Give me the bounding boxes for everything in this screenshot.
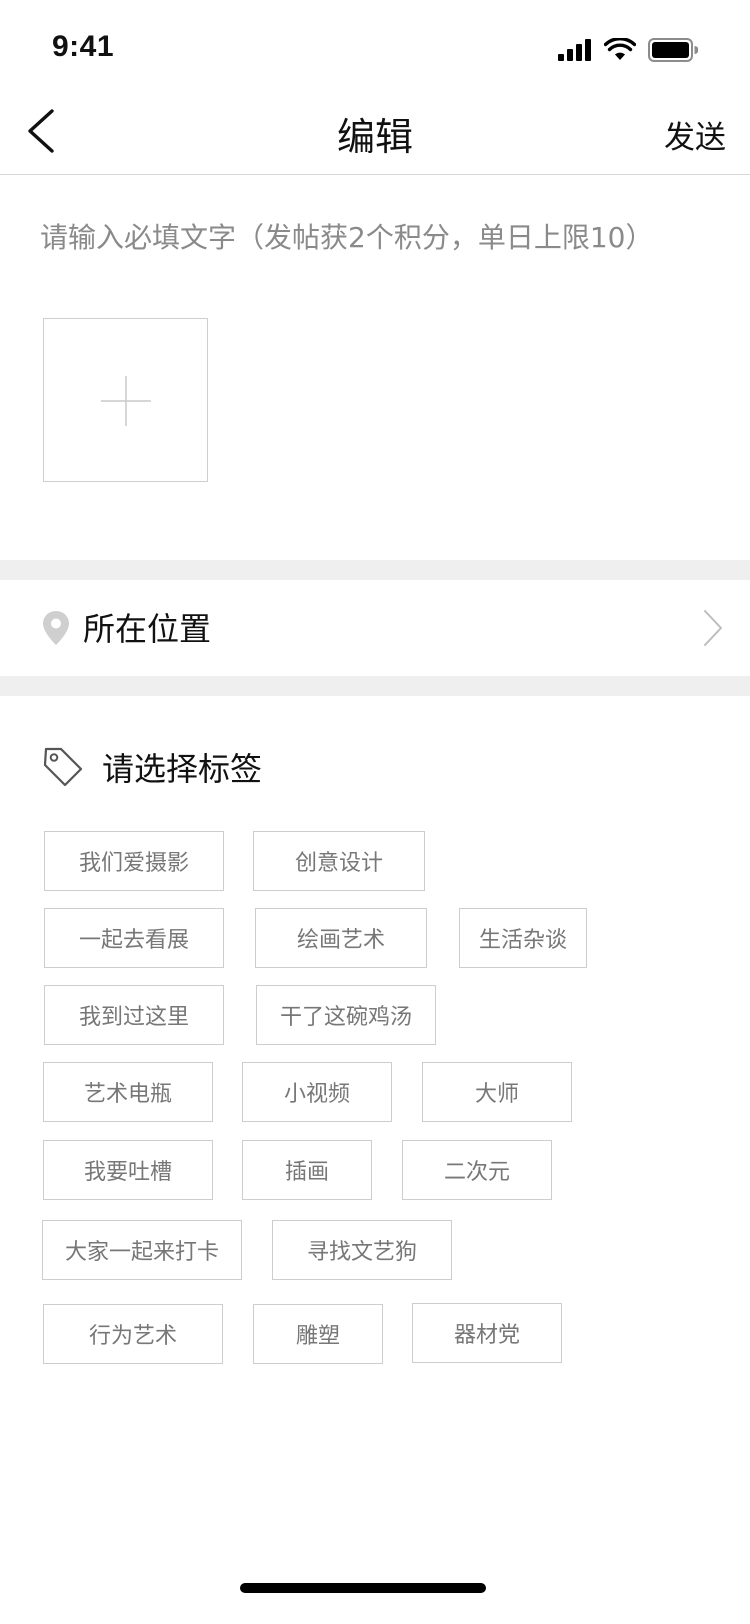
page-title: 编辑 bbox=[336, 115, 413, 159]
add-photo-button[interactable] bbox=[43, 318, 208, 482]
tag-chip[interactable]: 生活杂谈 bbox=[459, 908, 587, 968]
tag-chip[interactable]: 插画 bbox=[242, 1140, 372, 1200]
status-bar: 9:41 bbox=[0, 0, 750, 88]
tag-chip[interactable]: 小视频 bbox=[242, 1062, 392, 1122]
tag-chip[interactable]: 二次元 bbox=[402, 1140, 552, 1200]
tags-title: 请选择标签 bbox=[102, 750, 263, 788]
tag-chip[interactable]: 器材党 bbox=[412, 1303, 562, 1363]
send-button[interactable]: 发送 bbox=[664, 112, 726, 157]
wifi-icon bbox=[604, 38, 636, 60]
tag-chip[interactable]: 艺术电瓶 bbox=[43, 1062, 213, 1122]
battery-icon bbox=[648, 38, 698, 62]
section-divider bbox=[0, 560, 750, 580]
post-text-input[interactable] bbox=[40, 210, 720, 264]
nav-bar: 编辑 发送 bbox=[0, 88, 750, 175]
location-label: 所在位置 bbox=[83, 610, 212, 648]
tag-chip[interactable]: 绘画艺术 bbox=[255, 908, 427, 968]
status-time: 9:41 bbox=[52, 30, 115, 63]
tag-chip[interactable]: 创意设计 bbox=[253, 831, 425, 891]
chevron-right-icon bbox=[704, 610, 722, 646]
tag-chip[interactable]: 我们爱摄影 bbox=[44, 831, 224, 891]
plus-icon bbox=[101, 376, 151, 426]
tag-chip[interactable]: 大家一起来打卡 bbox=[42, 1220, 242, 1280]
tag-icon bbox=[43, 747, 83, 787]
tag-chip[interactable]: 行为艺术 bbox=[43, 1304, 223, 1364]
location-row[interactable]: 所在位置 bbox=[0, 580, 750, 676]
tag-chip[interactable]: 我到过这里 bbox=[44, 985, 224, 1045]
location-pin-icon bbox=[43, 611, 69, 645]
tag-chip[interactable]: 我要吐槽 bbox=[43, 1140, 213, 1200]
tag-chip[interactable]: 干了这碗鸡汤 bbox=[256, 985, 436, 1045]
tags-header: 请选择标签 bbox=[0, 738, 750, 798]
tag-chip[interactable]: 大师 bbox=[422, 1062, 572, 1122]
tag-chip[interactable]: 一起去看展 bbox=[44, 908, 224, 968]
tag-chip[interactable]: 寻找文艺狗 bbox=[272, 1220, 452, 1280]
status-icons bbox=[558, 38, 698, 62]
cellular-signal-icon bbox=[558, 39, 591, 61]
tag-chip[interactable]: 雕塑 bbox=[253, 1304, 383, 1364]
section-divider bbox=[0, 676, 750, 696]
home-indicator bbox=[240, 1583, 486, 1593]
